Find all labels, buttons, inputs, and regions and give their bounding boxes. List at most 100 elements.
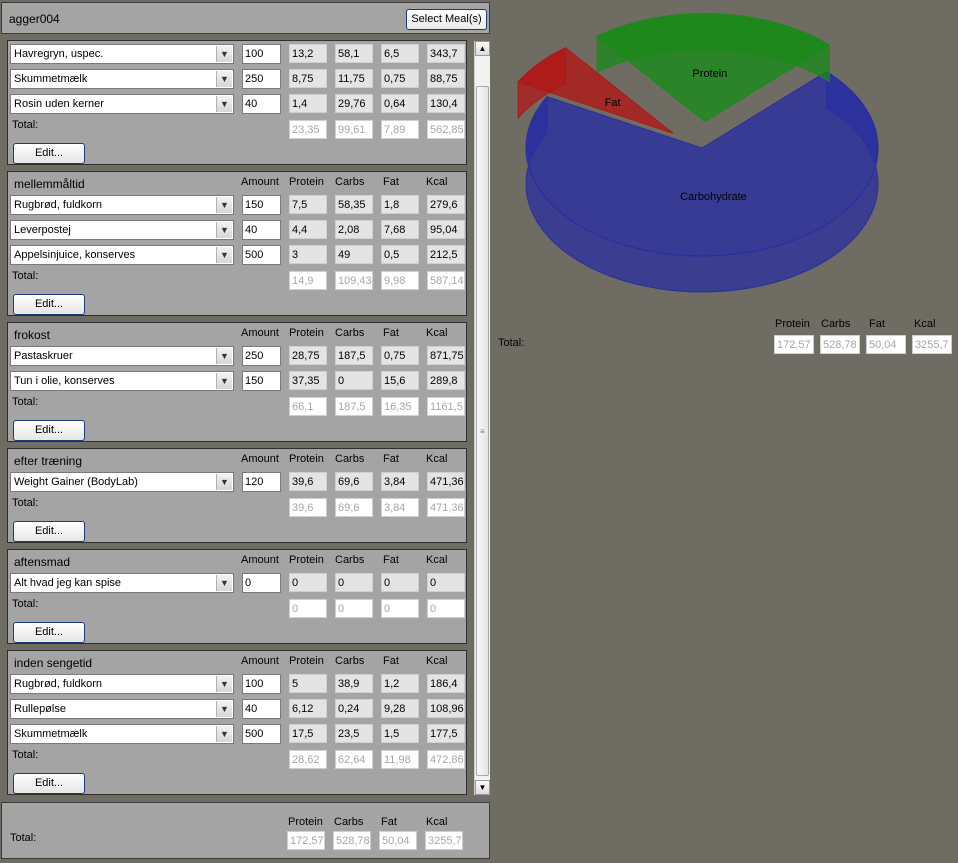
- edit-button[interactable]: Edit...: [13, 420, 85, 441]
- carbs-value: 38,9: [335, 674, 373, 693]
- edit-button[interactable]: Edit...: [13, 773, 85, 794]
- amount-input[interactable]: 250: [242, 346, 281, 366]
- carbs-header: Carbs: [335, 327, 365, 339]
- fat-value: 1,5: [381, 724, 419, 743]
- amount-header: Amount: [241, 655, 279, 667]
- total-fat-value: 16,35: [381, 397, 419, 416]
- fat-value: 0: [381, 573, 419, 592]
- chart-carbs-header: Carbs: [821, 318, 851, 330]
- fat-value: 3,84: [381, 472, 419, 491]
- fat-value: 1,2: [381, 674, 419, 693]
- chart-fat-header: Fat: [869, 318, 885, 330]
- meal-section: aftensmad Amount Protein Carbs Fat Kcal Alt hv…: [7, 549, 467, 644]
- grand-kcal-value: 3255,7: [425, 831, 463, 850]
- chart-kcal-header: Kcal: [914, 318, 936, 330]
- chart-fat-total: 50,04: [866, 335, 906, 354]
- carbs-value: 187,5: [335, 346, 373, 365]
- chevron-down-icon[interactable]: ▼: [216, 373, 232, 389]
- total-carbs-value: 0: [335, 599, 373, 618]
- amount-input[interactable]: 120: [242, 472, 281, 492]
- food-select[interactable]: Rugbrød, fuldkorn ▼: [10, 674, 234, 694]
- grand-carbs-header: Carbs: [334, 816, 364, 828]
- amount-input[interactable]: 150: [242, 371, 281, 391]
- total-kcal-value: 0: [427, 599, 465, 618]
- carbs-value: 0: [335, 371, 373, 390]
- grip-icon: ≡: [480, 427, 485, 436]
- meal-section: inden sengetid Amount Protein Carbs Fat Kcal R…: [7, 650, 467, 795]
- food-select[interactable]: Pastaskruer ▼: [10, 346, 234, 366]
- chevron-down-icon[interactable]: ▼: [216, 726, 232, 742]
- grand-total-bar: Protein Carbs Fat Kcal Total: 172,57 528…: [1, 802, 490, 859]
- meal-total-label: Total:: [12, 598, 39, 610]
- food-row: Skummetmælk ▼ 500 17,5 23,5 1,5 177,5: [8, 724, 468, 745]
- food-row: Pastaskruer ▼ 250 28,75 187,5 0,75 871,75: [8, 346, 468, 367]
- amount-input[interactable]: 500: [242, 724, 281, 744]
- carbs-value: 23,5: [335, 724, 373, 743]
- meal-total-label: Total:: [12, 749, 39, 761]
- protein-value: 28,75: [289, 346, 327, 365]
- amount-header: Amount: [241, 554, 279, 566]
- fat-header: Fat: [383, 453, 399, 465]
- chart-kcal-total: 3255,7: [912, 335, 952, 354]
- chevron-down-icon[interactable]: ▼: [216, 676, 232, 692]
- grand-protein-header: Protein: [288, 816, 323, 828]
- carbs-value: 0: [335, 573, 373, 592]
- amount-input[interactable]: 40: [242, 699, 281, 719]
- kcal-header: Kcal: [426, 453, 448, 465]
- food-row: Rugbrød, fuldkorn ▼ 100 5 38,9 1,2 186,4: [8, 674, 468, 695]
- kcal-value: 871,75: [427, 346, 465, 365]
- edit-button[interactable]: Edit...: [13, 622, 85, 643]
- pie-label-fat: Fat: [605, 97, 621, 109]
- food-row: Rullepølse ▼ 40 6,12 0,24 9,28 108,96: [8, 699, 468, 720]
- food-name: Rullepølse: [14, 703, 66, 715]
- edit-button[interactable]: Edit...: [13, 521, 85, 542]
- fat-value: 0,75: [381, 346, 419, 365]
- carbs-header: Carbs: [335, 655, 365, 667]
- kcal-header: Kcal: [426, 655, 448, 667]
- scroll-down-icon[interactable]: ▼: [475, 780, 490, 795]
- chevron-down-icon[interactable]: ▼: [216, 575, 232, 591]
- protein-value: 17,5: [289, 724, 327, 743]
- food-select[interactable]: Weight Gainer (BodyLab) ▼: [10, 472, 234, 492]
- total-kcal-value: 472,86: [427, 750, 465, 769]
- amount-header: Amount: [241, 327, 279, 339]
- amount-input[interactable]: 0: [242, 573, 281, 593]
- kcal-value: 186,4: [427, 674, 465, 693]
- kcal-value: 289,8: [427, 371, 465, 390]
- total-protein-value: 66,1: [289, 397, 327, 416]
- amount-header: Amount: [241, 453, 279, 465]
- carbs-value: 69,6: [335, 472, 373, 491]
- kcal-value: 0: [427, 573, 465, 592]
- meal-section: efter træning Amount Protein Carbs Fat Kcal We…: [7, 448, 467, 543]
- amount-input[interactable]: 100: [242, 674, 281, 694]
- chart-protein-header: Protein: [775, 318, 810, 330]
- carbs-header: Carbs: [335, 554, 365, 566]
- meal-title: aftensmad: [14, 555, 71, 569]
- protein-header: Protein: [289, 453, 324, 465]
- total-protein-value: 39,6: [289, 498, 327, 517]
- fat-header: Fat: [383, 554, 399, 566]
- food-row: Alt hvad jeg kan spise ▼ 0 0 0 0 0: [8, 573, 468, 594]
- chart-protein-total: 172,57: [774, 335, 814, 354]
- kcal-header: Kcal: [426, 327, 448, 339]
- total-fat-value: 11,98: [381, 750, 419, 769]
- protein-value: 6,12: [289, 699, 327, 718]
- food-select[interactable]: Rullepølse ▼: [10, 699, 234, 719]
- chart-total-label: Total:: [498, 337, 525, 349]
- chevron-down-icon[interactable]: ▼: [216, 701, 232, 717]
- food-select[interactable]: Alt hvad jeg kan spise ▼: [10, 573, 234, 593]
- food-name: Tun i olie, konserves: [14, 375, 115, 387]
- food-name: Pastaskruer: [14, 350, 73, 362]
- meal-section: frokost Amount Protein Carbs Fat Kcal Pastaskr…: [7, 322, 467, 442]
- food-name: Skummetmælk: [14, 728, 88, 740]
- food-select[interactable]: Tun i olie, konserves ▼: [10, 371, 234, 391]
- protein-value: 5: [289, 674, 327, 693]
- meal-title: inden sengetid: [14, 656, 93, 670]
- total-carbs-value: 62,64: [335, 750, 373, 769]
- meal-total-label: Total:: [12, 497, 39, 509]
- food-select[interactable]: Skummetmælk ▼: [10, 724, 234, 744]
- total-fat-value: 3,84: [381, 498, 419, 517]
- total-fat-value: 0: [381, 599, 419, 618]
- chevron-down-icon[interactable]: ▼: [216, 348, 232, 364]
- chevron-down-icon[interactable]: ▼: [216, 474, 232, 490]
